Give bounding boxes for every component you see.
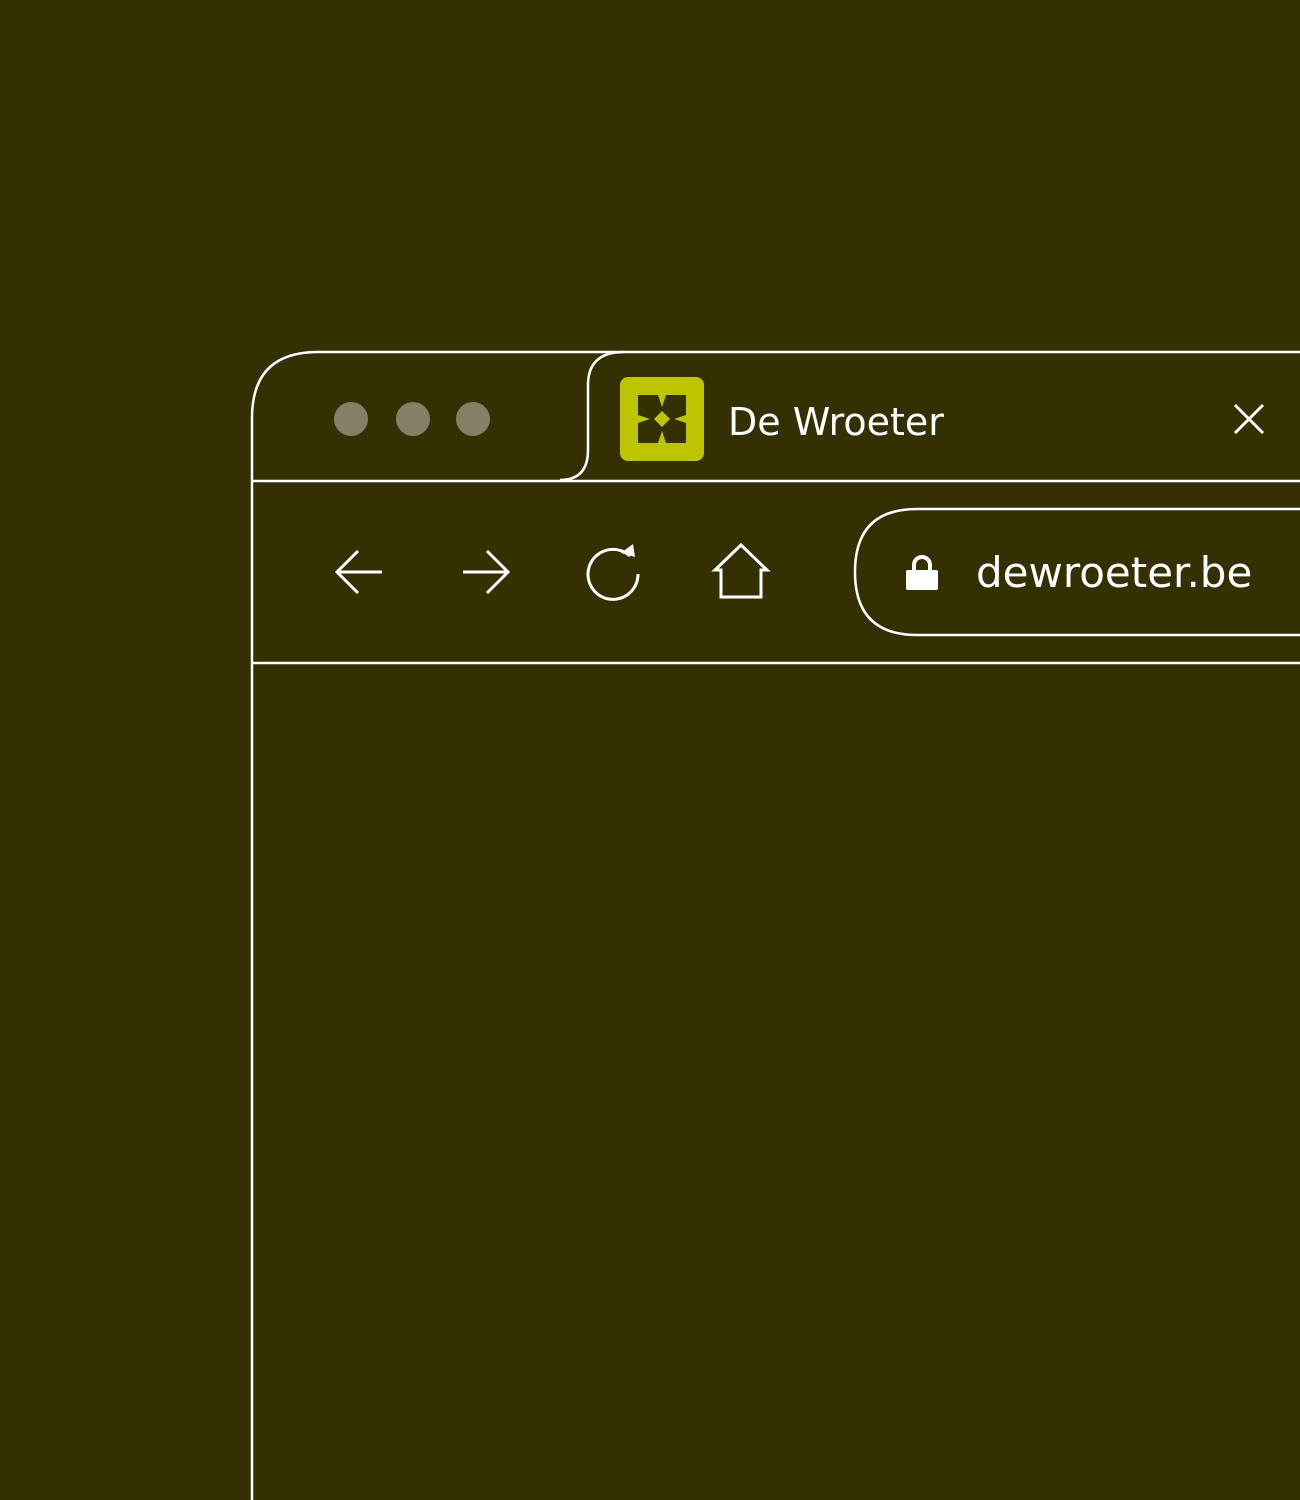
window-dot-icon[interactable] [334,402,368,436]
back-glyph [334,549,382,595]
home-glyph [711,542,771,599]
window-dot-icon[interactable] [396,402,430,436]
lock-glyph [906,555,938,590]
lock-body [906,570,938,590]
close-icon[interactable] [1228,398,1270,440]
browser-frame [250,350,1300,1500]
reload-icon[interactable] [581,540,645,604]
lock-icon [900,552,944,596]
arrow-right-icon[interactable] [453,540,517,604]
url-text[interactable]: dewroeter.be [976,548,1252,598]
logo-mark [638,395,686,443]
active-tab-outline [559,350,625,482]
home-icon[interactable] [709,540,773,604]
window-dot-icon[interactable] [456,402,490,436]
arrow-left-icon[interactable] [328,540,392,604]
tab-title: De Wroeter [728,400,944,444]
close-glyph [1233,403,1265,435]
reload-glyph [586,544,640,601]
forward-glyph [463,549,511,595]
de-wroeter-logo-icon [620,377,704,461]
